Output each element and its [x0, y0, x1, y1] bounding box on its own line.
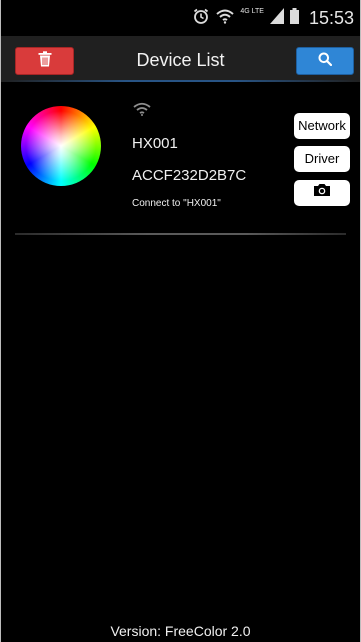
status-bar: 4G LTE 15:53 [1, 0, 360, 34]
header-underline [1, 80, 360, 82]
signal-icon [269, 7, 284, 29]
status-time: 15:53 [308, 8, 354, 28]
device-mac-address: ACCF232D2B7C [132, 167, 247, 184]
camera-icon [313, 180, 331, 206]
device-wifi-icon [132, 102, 152, 116]
wifi-icon [216, 8, 235, 29]
status-icons: 4G LTE 15:53 [192, 7, 354, 30]
lte-label: 4G LTE [240, 8, 264, 15]
color-wheel-icon[interactable] [21, 106, 101, 186]
battery-icon [289, 7, 299, 29]
search-icon [318, 52, 333, 71]
search-button[interactable] [296, 47, 354, 75]
version-label: Version: FreeColor 2.0 [110, 623, 251, 639]
app-header: Device List [1, 36, 360, 82]
alarm-icon [192, 7, 210, 30]
device-connect-status: Connect to "HX001" [132, 198, 221, 209]
driver-button[interactable]: Driver [294, 146, 350, 172]
device-name: HX001 [132, 135, 178, 152]
app-screen: 4G LTE 15:53 Device List HX001 ACCF232D2… [0, 0, 361, 642]
device-list-item[interactable]: HX001 ACCF232D2B7C Connect to "HX001" Ne… [1, 90, 360, 235]
camera-button[interactable] [294, 180, 350, 206]
list-divider [15, 233, 346, 235]
network-button[interactable]: Network [294, 113, 350, 139]
